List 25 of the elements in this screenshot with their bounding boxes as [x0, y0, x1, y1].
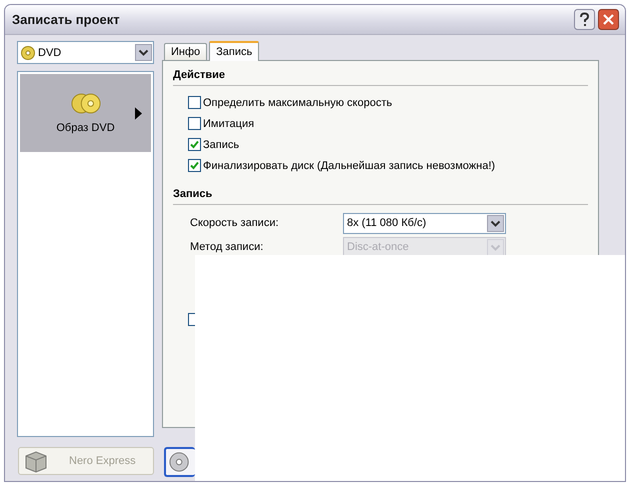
arrow-icon [135, 107, 142, 120]
window-title: Записать проект [12, 12, 121, 27]
checkbox-label: Запись [203, 138, 240, 150]
section-heading: Запись [173, 188, 214, 200]
checkbox[interactable] [188, 117, 201, 130]
disc-icon [21, 46, 35, 60]
checkbox-label: Имитация [203, 118, 254, 130]
dropdown-field[interactable]: 8x (11 080 Кб/с) [343, 212, 506, 234]
burn-button[interactable] [164, 447, 195, 477]
tab[interactable]: Инфо [164, 43, 208, 60]
sidebar-item[interactable]: Образ DVD [20, 74, 151, 152]
disc-icon [169, 451, 191, 473]
device-dropdown[interactable]: DVD [17, 41, 154, 64]
help-icon[interactable] [574, 9, 595, 30]
discs-icon [70, 92, 100, 114]
checkbox[interactable] [188, 138, 201, 151]
checkbox-label: Определить максимальную скорость [203, 96, 392, 108]
checkbox[interactable] [188, 96, 201, 109]
checkbox-label: Финализировать диск (Дальнейшая запись невозможна!) [203, 160, 496, 172]
close-icon[interactable] [598, 9, 619, 30]
checkbox[interactable] [188, 159, 201, 172]
field-label: Метод записи: [190, 241, 264, 253]
tab[interactable]: Запись [209, 41, 260, 61]
field-label: Скорость записи: [190, 217, 280, 229]
section-heading: Действие [173, 69, 226, 81]
